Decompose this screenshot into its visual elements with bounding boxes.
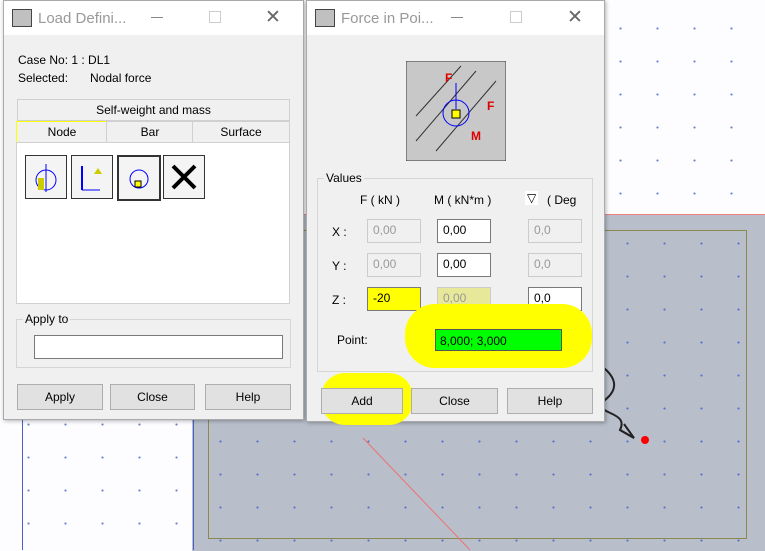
selected-value: Nodal force bbox=[90, 71, 152, 85]
mx-input[interactable]: 0,00 bbox=[437, 219, 491, 243]
x-label: X : bbox=[332, 225, 347, 239]
diagram-label-m: M bbox=[471, 129, 481, 143]
apply-to-label: Apply to bbox=[23, 312, 71, 326]
tab-surface[interactable]: Surface bbox=[192, 121, 290, 143]
x-angle-input: 0,0 bbox=[528, 219, 582, 243]
diagram-label-f: F bbox=[487, 99, 495, 113]
load-definition-dialog: Load Defini... ✕ Case No: 1 : DL1 Select… bbox=[3, 0, 304, 420]
tab-bar[interactable]: Bar bbox=[106, 121, 194, 143]
close-button[interactable]: Close bbox=[110, 384, 195, 410]
close-button[interactable]: Close bbox=[411, 388, 498, 414]
fz-input[interactable]: -20 bbox=[367, 287, 421, 311]
angle-column-header: ( Deg bbox=[547, 193, 577, 207]
force-in-point-dialog: Force in Poi... ✕ F F M Values F ( kN ) … bbox=[306, 0, 605, 425]
point-input[interactable]: 8,000; 3,000 bbox=[435, 329, 562, 351]
close-icon[interactable]: ✕ bbox=[265, 6, 281, 29]
point-force-button[interactable] bbox=[117, 155, 161, 201]
minimize-button[interactable] bbox=[151, 17, 163, 18]
title-bar: Force in Poi... ✕ bbox=[307, 1, 604, 35]
point-label: Point: bbox=[337, 333, 368, 347]
nodal-force-button[interactable] bbox=[25, 155, 67, 199]
fx-input: 0,00 bbox=[367, 219, 421, 243]
tab-node[interactable]: Node bbox=[16, 121, 108, 143]
case-number: Case No: 1 : DL1 bbox=[18, 53, 111, 67]
apply-to-input[interactable] bbox=[34, 335, 283, 359]
title-bar: Load Defini... ✕ bbox=[4, 1, 303, 35]
app-icon bbox=[315, 9, 335, 27]
maximize-button[interactable] bbox=[510, 11, 522, 23]
my-input[interactable]: 0,00 bbox=[437, 253, 491, 277]
add-button[interactable]: Add bbox=[321, 388, 403, 414]
help-button[interactable]: Help bbox=[205, 384, 291, 410]
node-marker bbox=[641, 436, 649, 444]
selected-label: Selected: bbox=[18, 71, 69, 85]
y-angle-input: 0,0 bbox=[528, 253, 582, 277]
y-label: Y : bbox=[332, 259, 347, 273]
app-icon bbox=[12, 9, 32, 27]
help-button[interactable]: Help bbox=[507, 388, 593, 414]
fy-input: 0,00 bbox=[367, 253, 421, 277]
dialog-title: Force in Poi... bbox=[341, 10, 434, 27]
close-icon[interactable]: ✕ bbox=[567, 6, 583, 29]
z-label: Z : bbox=[332, 293, 346, 307]
bar-line bbox=[362, 437, 471, 550]
moment-column-header: M ( kN*m ) bbox=[434, 193, 492, 207]
values-label: Values bbox=[324, 171, 364, 185]
minimize-button[interactable] bbox=[451, 17, 463, 18]
maximize-button[interactable] bbox=[209, 11, 221, 23]
delete-load-button[interactable] bbox=[163, 155, 205, 199]
apply-button[interactable]: Apply bbox=[17, 384, 103, 410]
diagram-label-f: F bbox=[445, 71, 453, 85]
tab-self-weight[interactable]: Self-weight and mass bbox=[17, 99, 290, 121]
dialog-title: Load Defini... bbox=[38, 10, 127, 27]
force-column-header: F ( kN ) bbox=[360, 193, 400, 207]
support-displacement-button[interactable] bbox=[71, 155, 113, 199]
angle-icon: ▽ bbox=[525, 191, 539, 205]
